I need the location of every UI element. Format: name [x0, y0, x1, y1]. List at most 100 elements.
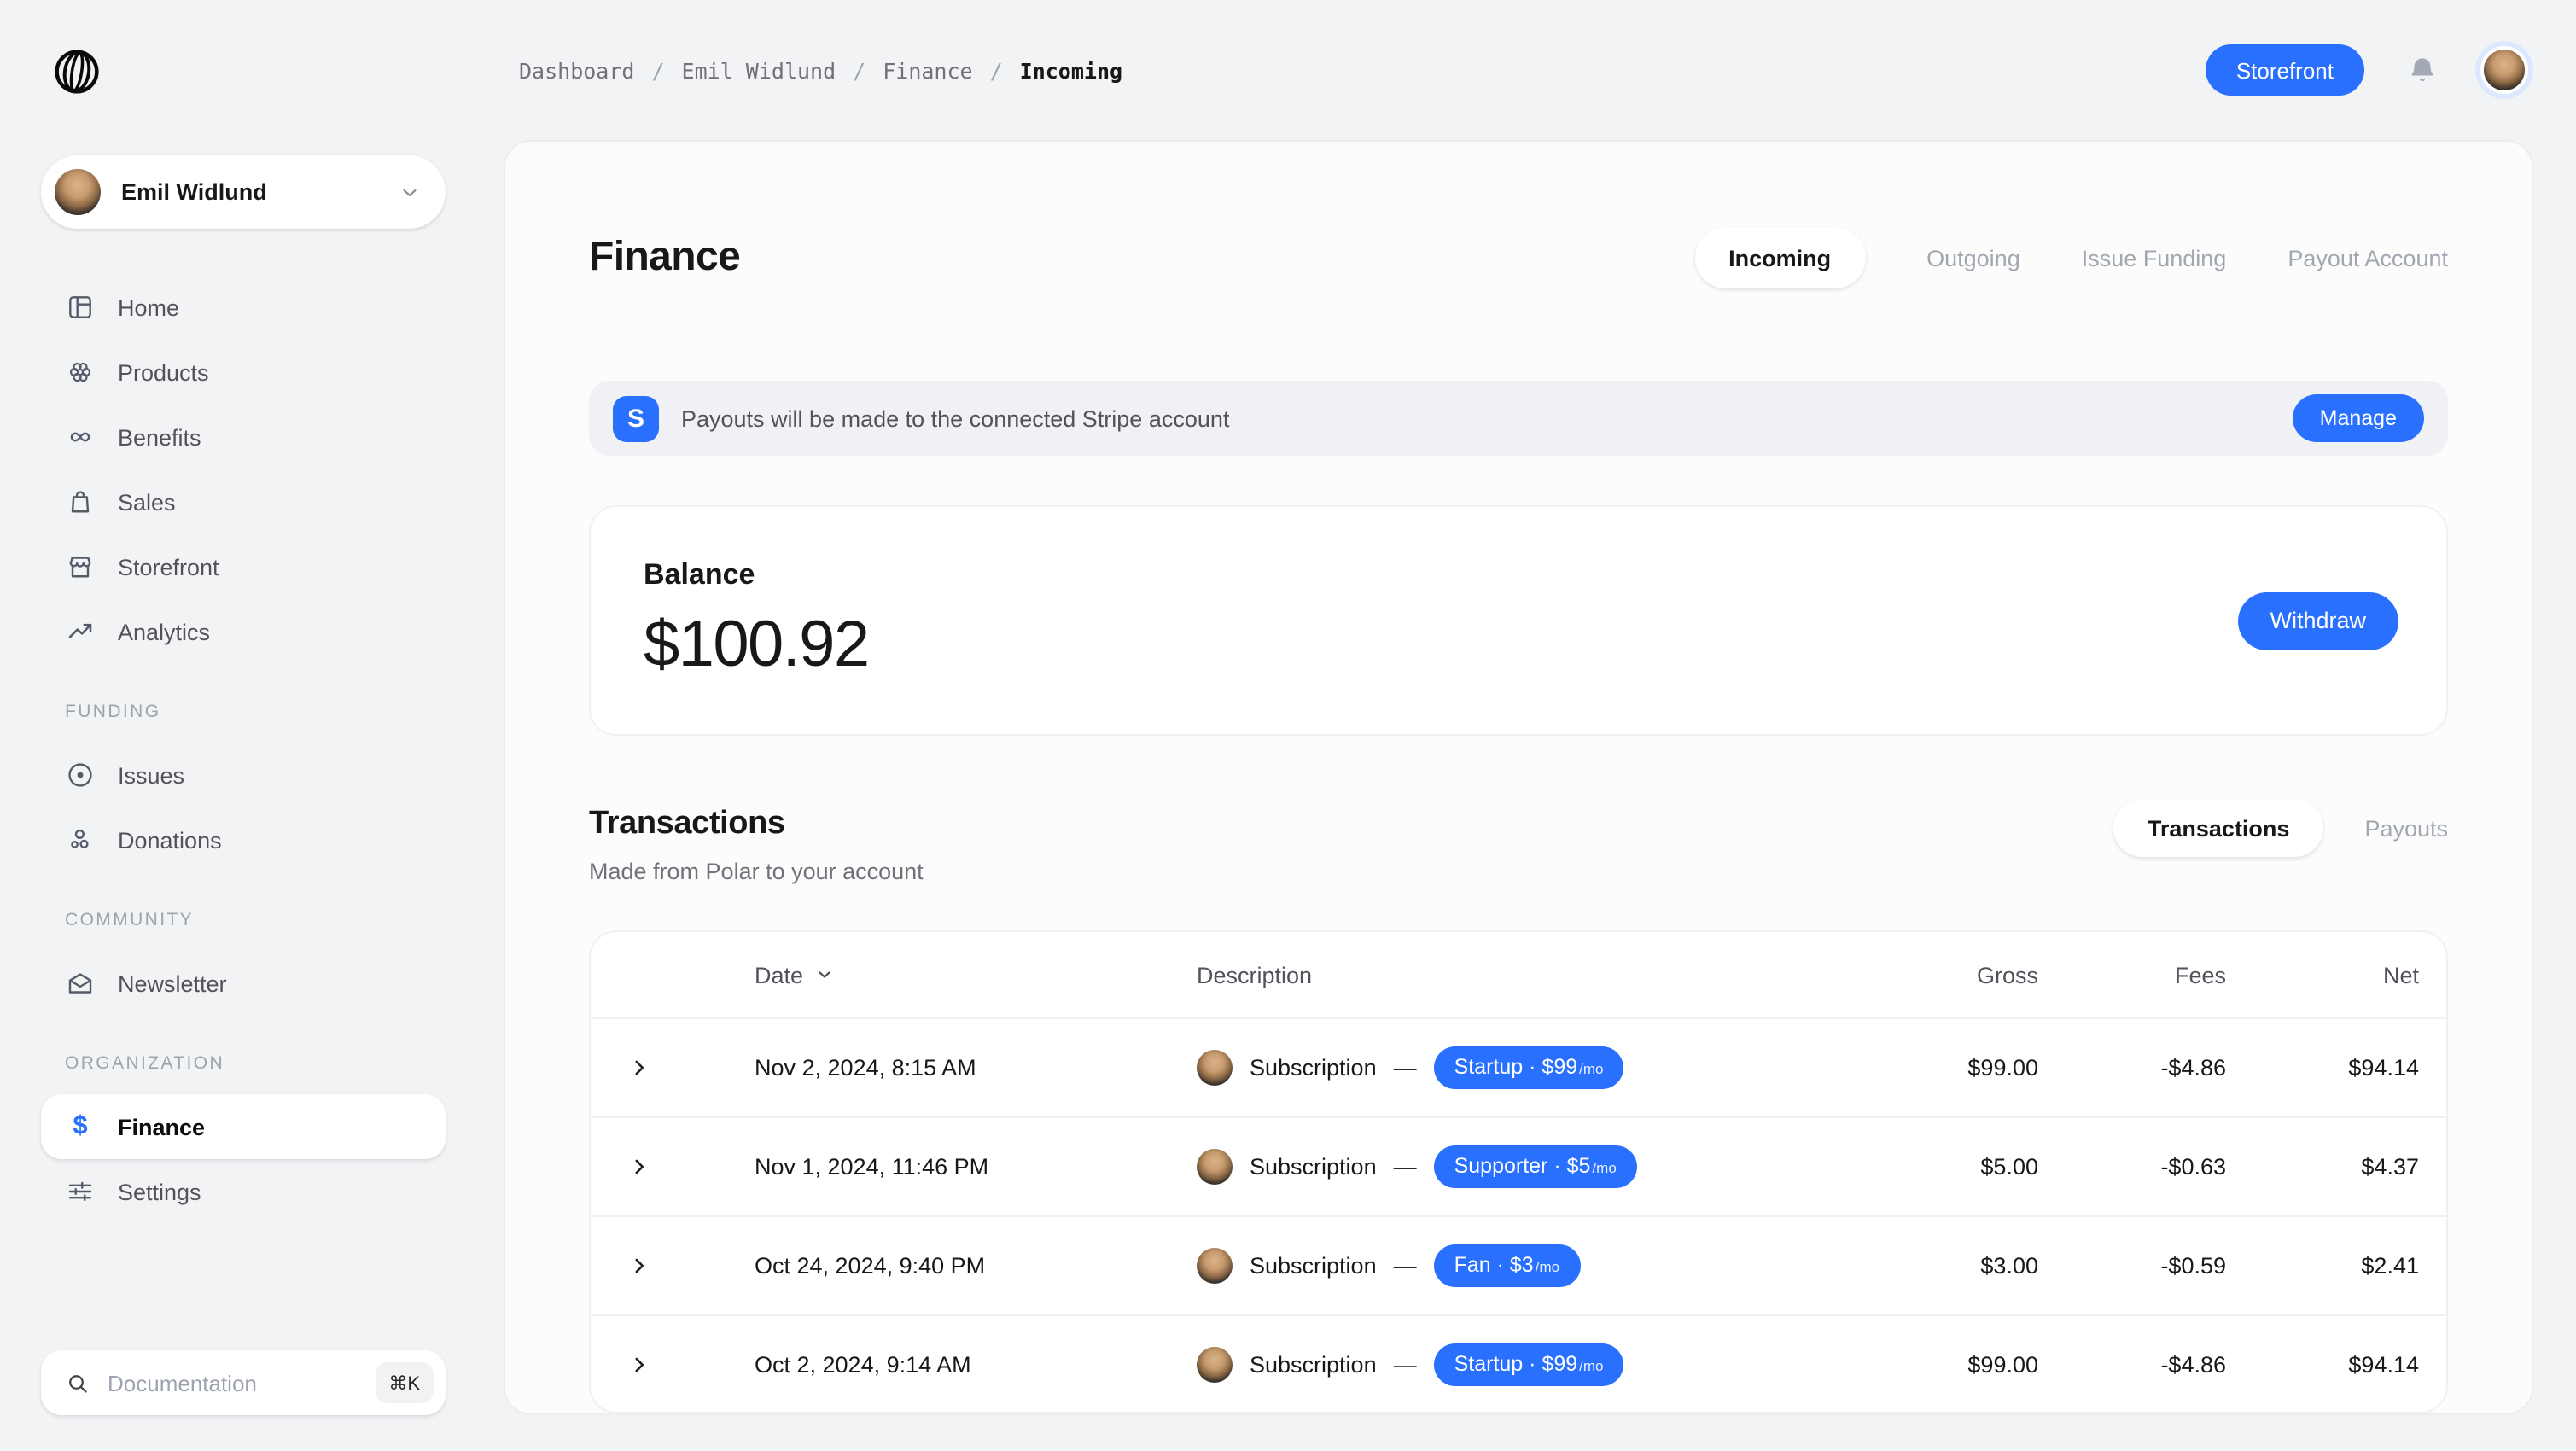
sidebar-nav: Home Products Benefits	[41, 275, 446, 1224]
toggle-transactions[interactable]: Transactions	[2113, 799, 2324, 857]
user-name: Emil Widlund	[121, 179, 377, 205]
fees-amount: -$4.86	[2038, 1055, 2226, 1081]
main-panel: Finance Incoming Outgoing Issue Funding …	[504, 140, 2533, 1415]
transaction-type: Subscription	[1250, 1253, 1377, 1279]
product-badge: Fan · $3/mo	[1434, 1244, 1580, 1287]
user-avatar[interactable]	[2480, 46, 2528, 94]
home-icon	[65, 292, 96, 323]
customer-avatar	[1197, 1248, 1233, 1284]
tab-incoming[interactable]: Incoming	[1694, 227, 1865, 288]
keyboard-shortcut-badge: ⌘K	[375, 1362, 434, 1403]
chevron-down-icon	[398, 180, 422, 204]
transactions-heading: Transactions Made from Polar to your acc…	[589, 806, 924, 884]
stripe-icon: S	[613, 395, 659, 441]
dash-separator: —	[1394, 1253, 1417, 1279]
manage-button[interactable]: Manage	[2293, 394, 2424, 442]
documentation-search[interactable]: Documentation ⌘K	[41, 1350, 446, 1415]
sidebar-section-community: COMMUNITY	[41, 910, 446, 930]
transactions-subtitle: Made from Polar to your account	[589, 859, 924, 884]
organization-switcher[interactable]: Emil Widlund	[41, 155, 446, 229]
sidebar-item-benefits[interactable]: Benefits	[41, 405, 446, 469]
breadcrumb-item[interactable]: Emil Widlund	[682, 57, 836, 83]
sidebar: Emil Widlund Home Products	[41, 155, 446, 1415]
finance-tabs: Incoming Outgoing Issue Funding Payout A…	[1694, 227, 2448, 288]
polar-logo-icon[interactable]	[53, 48, 101, 96]
sidebar-item-label: Benefits	[118, 424, 201, 450]
sidebar-item-newsletter[interactable]: Newsletter	[41, 951, 446, 1016]
tab-outgoing[interactable]: Outgoing	[1926, 245, 2020, 271]
breadcrumb-item[interactable]: Dashboard	[519, 57, 634, 83]
shopping-bag-icon	[65, 487, 96, 517]
sidebar-item-label: Storefront	[118, 554, 219, 580]
gross-amount: $99.00	[1833, 1055, 2038, 1081]
toggle-payouts[interactable]: Payouts	[2364, 815, 2448, 841]
sidebar-item-label: Donations	[118, 827, 222, 853]
storefront-button[interactable]: Storefront	[2206, 44, 2364, 96]
search-placeholder: Documentation	[108, 1370, 358, 1396]
sidebar-item-sales[interactable]: Sales	[41, 469, 446, 534]
balance-amount: $100.92	[644, 609, 869, 683]
topbar-actions: Storefront	[2206, 0, 2528, 140]
net-amount: $4.37	[2226, 1154, 2419, 1180]
breadcrumb-separator: /	[990, 57, 1003, 83]
sidebar-item-products[interactable]: Products	[41, 340, 446, 405]
column-header-date[interactable]: Date	[755, 962, 1197, 988]
dollar-icon: $	[65, 1111, 96, 1142]
sidebar-item-label: Newsletter	[118, 970, 227, 996]
customer-avatar	[1197, 1347, 1233, 1383]
dash-separator: —	[1394, 1055, 1417, 1081]
transactions-header: Transactions Made from Polar to your acc…	[589, 806, 2448, 891]
transaction-date: Oct 2, 2024, 9:14 AM	[755, 1352, 1197, 1378]
sidebar-item-donations[interactable]: Donations	[41, 807, 446, 872]
tab-issue-funding[interactable]: Issue Funding	[2082, 245, 2227, 271]
stripe-banner-text: Payouts will be made to the connected St…	[681, 405, 1229, 431]
table-header-row: Date Description Gross Fees Net	[591, 932, 2446, 1017]
column-header-description: Description	[1197, 962, 1833, 988]
products-icon	[65, 357, 96, 388]
table-row[interactable]: Nov 2, 2024, 8:15 AM Subscription — Star…	[591, 1017, 2446, 1116]
net-amount: $94.14	[2226, 1055, 2419, 1081]
breadcrumb-item[interactable]: Finance	[883, 57, 972, 83]
expand-row-icon[interactable]	[628, 1156, 650, 1178]
stripe-banner: S Payouts will be made to the connected …	[589, 381, 2448, 456]
circles-icon	[65, 825, 96, 855]
net-amount: $94.14	[2226, 1352, 2419, 1378]
sidebar-item-settings[interactable]: Settings	[41, 1159, 446, 1224]
sidebar-item-issues[interactable]: Issues	[41, 743, 446, 807]
balance-info: Balance $100.92	[644, 558, 869, 683]
sidebar-item-finance[interactable]: $ Finance	[41, 1094, 446, 1159]
sidebar-section-funding: FUNDING	[41, 702, 446, 722]
expand-row-icon[interactable]	[628, 1354, 650, 1376]
circle-dot-icon	[65, 760, 96, 790]
breadcrumb: Dashboard / Emil Widlund / Finance / Inc…	[519, 0, 1122, 140]
sidebar-item-storefront[interactable]: Storefront	[41, 534, 446, 599]
avatar	[55, 169, 101, 215]
notifications-bell-icon[interactable]	[2405, 53, 2439, 87]
product-badge: Startup · $99/mo	[1434, 1343, 1624, 1386]
trending-up-icon	[65, 616, 96, 647]
sort-chevron-down-icon	[813, 964, 834, 985]
withdraw-button[interactable]: Withdraw	[2237, 591, 2398, 650]
mail-icon	[65, 968, 96, 999]
table-row[interactable]: Oct 24, 2024, 9:40 PM Subscription — Fan…	[591, 1215, 2446, 1314]
transaction-date: Oct 24, 2024, 9:40 PM	[755, 1253, 1197, 1279]
column-header-fees: Fees	[2038, 962, 2226, 988]
table-row[interactable]: Oct 2, 2024, 9:14 AM Subscription — Star…	[591, 1314, 2446, 1413]
sidebar-item-label: Sales	[118, 489, 176, 515]
balance-label: Balance	[644, 558, 869, 592]
sidebar-item-home[interactable]: Home	[41, 275, 446, 340]
tab-payout-account[interactable]: Payout Account	[2288, 245, 2448, 271]
transactions-title: Transactions	[589, 806, 924, 843]
page-header: Finance Incoming Outgoing Issue Funding …	[589, 227, 2448, 288]
sidebar-section-organization: ORGANIZATION	[41, 1053, 446, 1074]
table-row[interactable]: Nov 1, 2024, 11:46 PM Subscription — Sup…	[591, 1116, 2446, 1215]
expand-row-icon[interactable]	[628, 1255, 650, 1277]
transactions-toggle: Transactions Payouts	[2113, 799, 2448, 857]
transaction-type: Subscription	[1250, 1154, 1377, 1180]
storefront-icon	[65, 551, 96, 582]
product-badge: Startup · $99/mo	[1434, 1046, 1624, 1089]
dash-separator: —	[1394, 1154, 1417, 1180]
breadcrumb-item-current: Incoming	[1020, 57, 1122, 83]
expand-row-icon[interactable]	[628, 1057, 650, 1079]
sidebar-item-analytics[interactable]: Analytics	[41, 599, 446, 664]
